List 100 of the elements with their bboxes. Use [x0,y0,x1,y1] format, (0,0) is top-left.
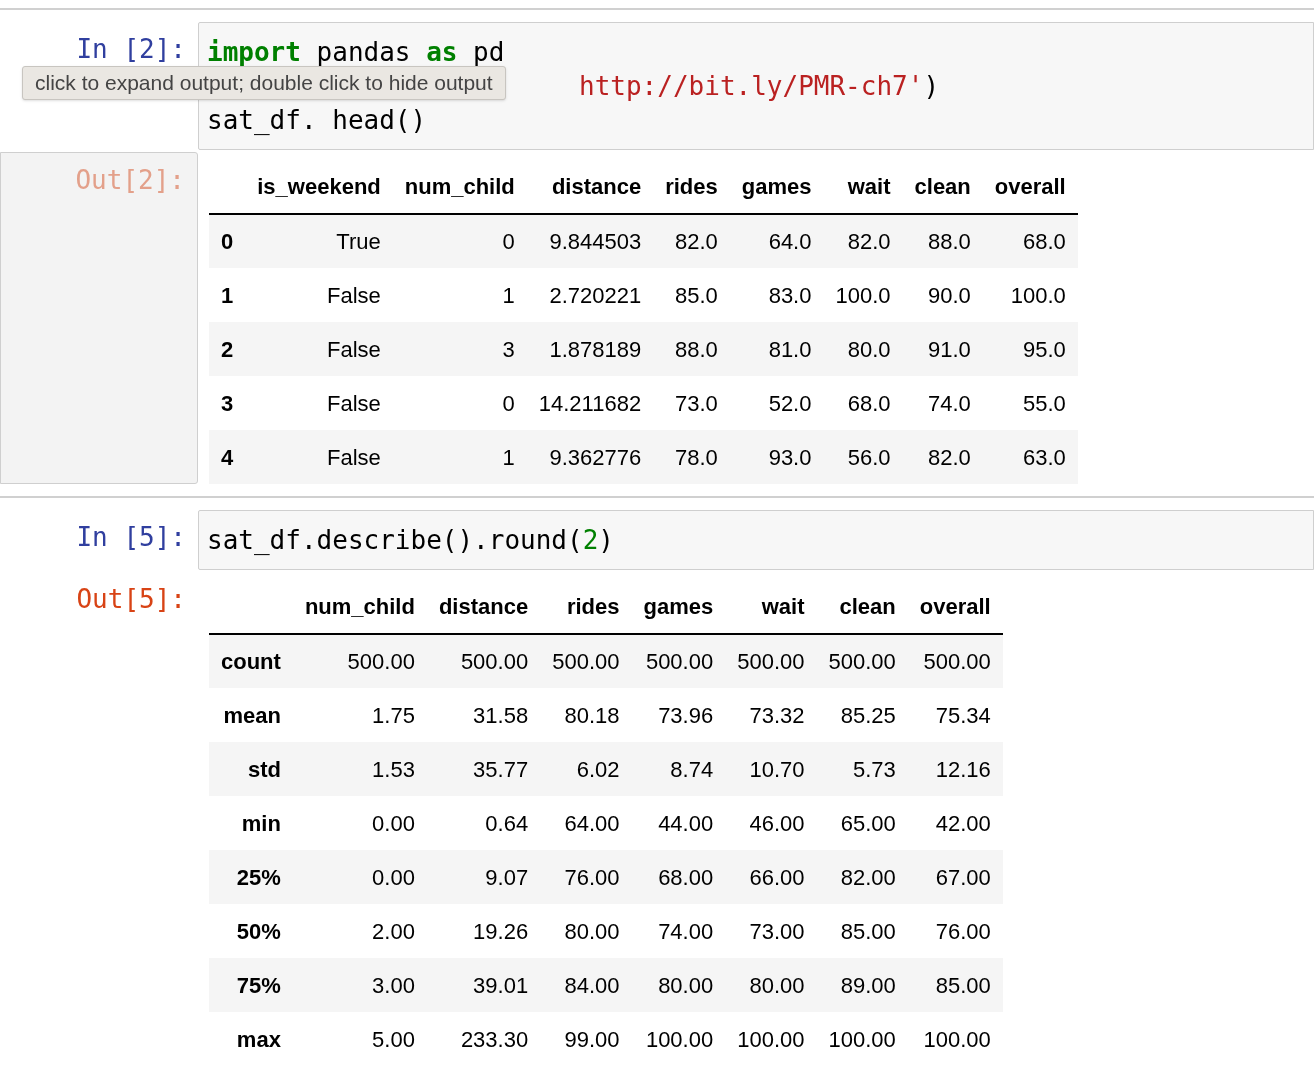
row-header: 25% [209,850,293,904]
column-header: games [729,160,824,214]
table-cell: 5.73 [816,742,908,796]
output-prompt-area[interactable]: Out[5]: [0,572,198,1066]
table-cell: 80.00 [725,958,817,1012]
table-cell: 85.00 [907,958,1003,1012]
table-cell: 73.96 [631,688,726,742]
table-cell: 82.0 [902,430,983,484]
row-header: 0 [209,214,246,268]
code-input[interactable]: sat_df.describe().round(2) [198,510,1314,570]
table-cell: 39.01 [426,958,541,1012]
code-line: sat_df.describe().round(2) [207,524,615,557]
row-header: 50% [209,904,293,958]
table-cell: 8.74 [631,742,726,796]
column-header: wait [823,160,903,214]
table-cell: 73.00 [725,904,817,958]
table-cell: 46.00 [725,796,817,850]
row-header: std [209,742,293,796]
table-cell: 0.00 [292,796,427,850]
table-cell: 68.0 [823,376,903,430]
row-header: min [209,796,293,850]
column-header: games [631,580,726,634]
table-cell: 90.0 [902,268,983,322]
table-cell: 76.00 [907,904,1003,958]
table-cell: 99.00 [540,1012,632,1066]
table-cell: 0 [392,376,527,430]
column-header: clean [902,160,983,214]
column-header: rides [540,580,632,634]
row-header: 75% [209,958,293,1012]
table-cell: 12.16 [907,742,1003,796]
table-cell: 81.0 [729,322,824,376]
input-prompt: In [5]: [76,522,186,552]
output-prompt: Out[5]: [76,584,186,614]
table-cell: 2.00 [292,904,427,958]
table-cell: 91.0 [902,322,983,376]
table-cell: 100.00 [725,1012,817,1066]
table-cell: 100.00 [907,1012,1003,1066]
row-header: max [209,1012,293,1066]
table-cell: 35.77 [426,742,541,796]
row-header: 4 [209,430,246,484]
table-cell: 3.00 [292,958,427,1012]
table-cell: 31.58 [426,688,541,742]
table-cell: 93.0 [729,430,824,484]
table-cell: 80.00 [631,958,726,1012]
table-cell: 100.0 [982,268,1078,322]
table-cell: 95.0 [982,322,1078,376]
table-cell: 500.00 [725,634,817,688]
table-cell: 56.0 [823,430,903,484]
column-header: overall [907,580,1003,634]
table-cell: 44.00 [631,796,726,850]
table-cell: 80.0 [823,322,903,376]
column-header: overall [982,160,1078,214]
table-cell: 82.00 [816,850,908,904]
table-cell: 76.00 [540,850,632,904]
table-cell: 19.26 [426,904,541,958]
table-cell: 500.00 [816,634,908,688]
row-header: count [209,634,293,688]
table-cell: 6.02 [540,742,632,796]
column-header: clean [816,580,908,634]
table-cell: 80.18 [540,688,632,742]
table-cell: 67.00 [907,850,1003,904]
table-cell: False [245,268,393,322]
table-cell: 1.75 [292,688,427,742]
table-cell: 89.00 [816,958,908,1012]
table-cell: 1 [392,268,527,322]
table-cell: 85.25 [816,688,908,742]
row-header: 3 [209,376,246,430]
column-header: wait [725,580,817,634]
column-header: num_child [292,580,427,634]
table-cell: 500.00 [631,634,726,688]
table-cell: 10.70 [725,742,817,796]
table-cell: 83.0 [729,268,824,322]
code-line: http://bit.ly/PMR-ch7') [579,70,941,103]
table-cell: False [245,376,393,430]
column-header: rides [653,160,730,214]
table-cell: 500.00 [292,634,427,688]
table-cell: 14.211682 [526,376,654,430]
table-cell: 9.844503 [526,214,654,268]
table-cell: 42.00 [907,796,1003,850]
table-cell: 0.00 [292,850,427,904]
table-cell: 74.00 [631,904,726,958]
table-cell: 68.00 [631,850,726,904]
table-cell: 233.30 [426,1012,541,1066]
row-header: 1 [209,268,246,322]
table-cell: False [245,430,393,484]
table-cell: 9.362776 [526,430,654,484]
table-cell: 9.07 [426,850,541,904]
table-cell: 85.00 [816,904,908,958]
code-line: sat_df. head() [207,104,428,137]
code-line: import pandas as pd [207,36,506,69]
row-header: 2 [209,322,246,376]
table-cell: 0.64 [426,796,541,850]
table-cell: 82.0 [823,214,903,268]
table-cell: 84.00 [540,958,632,1012]
table-cell: 73.0 [653,376,730,430]
table-cell: 0 [392,214,527,268]
row-header: mean [209,688,293,742]
table-cell: 74.0 [902,376,983,430]
table-cell: 64.0 [729,214,824,268]
column-header: distance [526,160,654,214]
